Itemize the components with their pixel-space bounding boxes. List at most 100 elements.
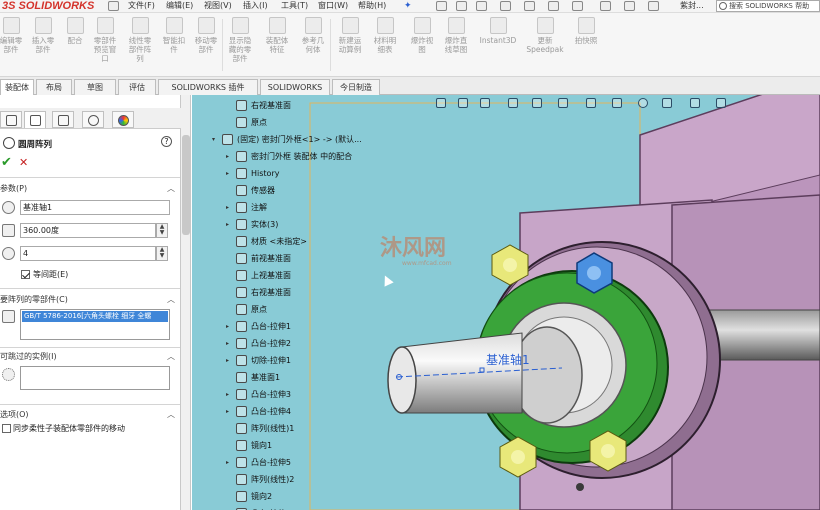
menu-window[interactable]: 窗口(W) [318, 0, 348, 13]
command-manager-tabs: 装配体 布局 草图 评估 SOLIDWORKS 插件 SOLIDWORKS MB… [0, 77, 820, 107]
pin-icon[interactable]: ✦ [404, 1, 415, 11]
components-section-title[interactable]: 要阵列的零部件(C) [0, 294, 68, 305]
solidworks-logo[interactable]: 3S SOLIDWORKS [0, 0, 106, 13]
tab-property-manager[interactable] [24, 111, 46, 128]
zoom-to-fit-icon[interactable] [436, 98, 446, 108]
zoom-area-icon[interactable] [458, 98, 468, 108]
equal-spacing-checkbox[interactable] [21, 270, 30, 279]
bill-of-materials-button[interactable]: 材料明 细表 [371, 17, 399, 54]
collapse-icon[interactable]: ︿ [167, 351, 175, 362]
save-icon[interactable] [500, 1, 511, 11]
help-icon[interactable]: ? [161, 136, 172, 147]
hide-show-items-icon[interactable] [612, 98, 622, 108]
assembly-features-button[interactable]: 装配体 特征 [263, 17, 291, 54]
tab-feature-manager[interactable] [0, 111, 22, 128]
options-section-title[interactable]: 选项(O) [0, 409, 29, 420]
property-manager-panel: 圆周阵列 ? ✔ ✕ 参数(P) ︿ 基准轴1 360.00度 ▲ ▼ 4 ▲ ▼ … [0, 95, 181, 510]
angle-spinner[interactable]: ▲ ▼ [156, 223, 168, 238]
tab-sketch[interactable]: 草图 [74, 79, 116, 95]
exploded-view-button[interactable]: 爆炸视 图 [408, 17, 436, 54]
instances-spinner[interactable]: ▲ ▼ [156, 246, 168, 261]
graphics-area[interactable]: 右视基准面 原点 ▾ (固定) 密封门外框<1> -> (默认... ▸ 密封门外框… [192, 95, 820, 510]
search-icon [719, 2, 727, 10]
new-document-icon[interactable] [456, 1, 467, 11]
file-properties-icon[interactable] [624, 1, 635, 11]
expand-arrow-icon[interactable] [108, 1, 119, 11]
instant3d-button[interactable]: Instant3D [476, 17, 520, 45]
dynamic-annotation-icon[interactable] [532, 98, 542, 108]
new-motion-study-button[interactable]: 新建运 动算例 [336, 17, 364, 54]
mate-button[interactable]: 配合 [61, 17, 89, 45]
skip-instances-list[interactable] [20, 366, 170, 390]
menu-tools[interactable]: 工具(T) [281, 0, 308, 13]
smart-fasteners-button[interactable]: 智能扣 件 [160, 17, 188, 54]
skip-instances-section-title[interactable]: 可跳过的实例(I) [0, 351, 57, 362]
show-hidden-components-button[interactable]: 显示隐 藏的零 部件 [226, 17, 254, 63]
tab-configuration-manager[interactable] [52, 111, 74, 128]
parameters-section-title[interactable]: 参数(P) [0, 183, 27, 194]
cancel-button[interactable]: ✕ [19, 156, 28, 169]
origin-icon [236, 304, 247, 315]
view-orientation-icon[interactable] [558, 98, 568, 108]
tab-solidworks-mbd[interactable]: SOLIDWORKS MBD [260, 79, 330, 107]
menu-file[interactable]: 文件(F) [128, 0, 155, 13]
undo-icon[interactable] [548, 1, 559, 11]
tab-assembly[interactable]: 装配体 [0, 79, 34, 95]
take-snapshot-button[interactable]: 拍快照 [572, 17, 600, 45]
search-input[interactable]: 搜索 SOLIDWORKS 帮助 [716, 0, 820, 12]
collapse-icon[interactable]: ︿ [167, 183, 175, 194]
display-style-icon[interactable] [586, 98, 596, 108]
tab-display-manager[interactable] [112, 111, 134, 128]
display-monitor-icon[interactable] [716, 98, 726, 108]
show-hidden-icon [231, 17, 249, 34]
edit-appearance-icon[interactable] [638, 98, 648, 108]
section-divider [0, 347, 180, 348]
command-manager: 编辑零 部件 插入零 部件 配合 零部件 预览窗 口 线性零 部件阵 列 智能扣… [0, 13, 820, 77]
move-component-button[interactable]: 移动零 部件 [192, 17, 220, 54]
options-gear-icon[interactable] [648, 1, 659, 11]
explode-line-sketch-button[interactable]: 爆炸直 线草图 [442, 17, 470, 54]
open-folder-icon[interactable] [476, 1, 487, 11]
insert-component-button[interactable]: 插入零 部件 [29, 17, 57, 54]
edit-component-button[interactable]: 编辑零 部件 [0, 17, 25, 54]
scrollbar-thumb[interactable] [182, 135, 190, 235]
reference-geometry-button[interactable]: 参考几 何体 [299, 17, 327, 54]
angle-icon [2, 224, 15, 237]
tab-layout[interactable]: 布局 [36, 79, 72, 95]
panel-scrollbar[interactable] [181, 95, 191, 510]
select-arrow-icon[interactable] [572, 1, 583, 11]
menu-help[interactable]: 帮助(H) [358, 0, 386, 13]
section-view-icon[interactable] [508, 98, 518, 108]
ok-button[interactable]: ✔ [1, 155, 12, 170]
tab-dimxpert-manager[interactable] [82, 111, 104, 128]
selected-component-item[interactable]: GB/T 5786-2016[六角头螺栓 细牙 全螺 [22, 311, 168, 322]
components-list[interactable]: GB/T 5786-2016[六角头螺栓 细牙 全螺 [20, 309, 170, 340]
heads-up-view-toolbar [436, 95, 820, 110]
view-settings-icon[interactable] [690, 98, 700, 108]
linear-pattern-icon [131, 17, 149, 34]
mate-icon [66, 17, 84, 34]
angle-input[interactable]: 360.00度 [20, 223, 156, 238]
rebuild-icon[interactable] [600, 1, 611, 11]
mirror-icon [236, 440, 247, 451]
menu-edit[interactable]: 编辑(E) [166, 0, 193, 13]
collapse-icon[interactable]: ︿ [167, 294, 175, 305]
update-speedpak-button[interactable]: 更新 Speedpak [526, 17, 564, 54]
apply-scene-icon[interactable] [662, 98, 672, 108]
menu-insert[interactable]: 插入(I) [243, 0, 268, 13]
tab-evaluate[interactable]: 评估 [118, 79, 156, 95]
previous-view-icon[interactable] [480, 98, 490, 108]
component-preview-button[interactable]: 零部件 预览窗 口 [91, 17, 119, 63]
linear-pattern-button[interactable]: 线性零 部件阵 列 [126, 17, 154, 63]
tab-solidworks-addins[interactable]: SOLIDWORKS 插件 [158, 79, 258, 95]
home-icon[interactable] [436, 1, 447, 11]
menu-view[interactable]: 视图(V) [204, 0, 232, 13]
datum-axis-label[interactable]: 基准轴1 [486, 351, 530, 368]
assembly-features-icon [268, 17, 286, 34]
instances-input[interactable]: 4 [20, 246, 156, 261]
print-icon[interactable] [524, 1, 535, 11]
collapse-icon[interactable]: ︿ [167, 409, 175, 420]
tab-manufacturing[interactable]: 今日制造 [332, 79, 380, 95]
sync-flexible-checkbox[interactable] [2, 424, 11, 433]
pattern-axis-field[interactable]: 基准轴1 [20, 200, 170, 215]
